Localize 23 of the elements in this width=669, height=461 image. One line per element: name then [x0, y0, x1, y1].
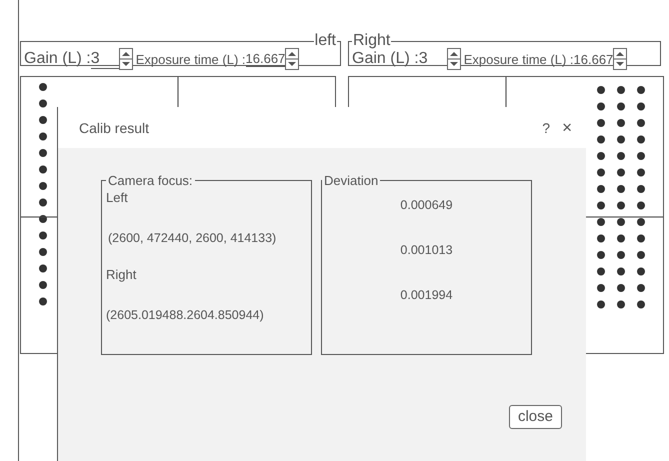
exposure-field[interactable]: 16.667 — [574, 52, 614, 66]
camera-label: Right — [106, 267, 138, 282]
gain-label: Gain (L) : — [352, 50, 419, 68]
spinner-icon[interactable] — [118, 48, 133, 70]
deviation-value: 0.001994 — [399, 288, 454, 302]
group-title: left — [314, 34, 337, 48]
dialog-title: Calib result — [79, 120, 150, 136]
close-button[interactable]: close — [508, 405, 562, 429]
close-button[interactable]: × — [562, 118, 572, 138]
spinner-icon[interactable] — [285, 48, 300, 70]
deviation-value: 0.000649 — [399, 198, 454, 212]
focus-value: (2600, 472440, 2600, 414133) — [108, 231, 278, 245]
spinner-icon[interactable] — [446, 48, 461, 70]
gain-label: Gain (L) : — [24, 50, 91, 68]
group-title: Right — [352, 34, 392, 48]
group-title: Deviation — [323, 173, 380, 188]
gain-field[interactable]: 3 — [418, 50, 447, 68]
spinner-icon[interactable] — [613, 48, 628, 70]
focus-value: (2605.019488.2604.850944) — [106, 308, 265, 322]
deviation-value: 0.001013 — [399, 243, 454, 257]
group-title: Camera focus: — [107, 173, 194, 188]
camera-label: Left — [106, 190, 129, 205]
help-button[interactable]: ? — [542, 120, 550, 136]
